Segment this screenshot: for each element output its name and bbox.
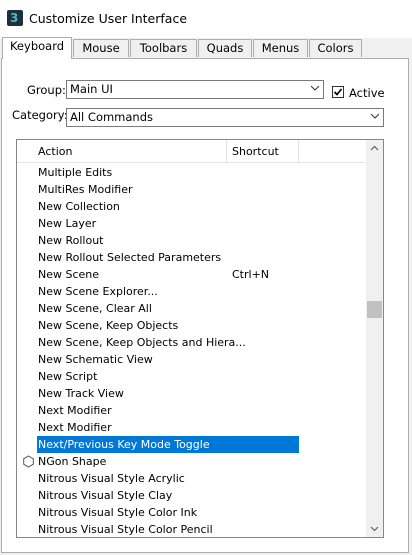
list-item[interactable]: Nitrous Visual Style Clay — [17, 487, 367, 504]
list-item[interactable]: Nitrous Visual Style Color Pencil — [17, 521, 367, 537]
chevron-down-icon — [370, 526, 379, 532]
active-checkbox[interactable] — [332, 86, 344, 98]
window-title: Customize User Interface — [29, 11, 188, 26]
app-logo-icon: 3 — [7, 10, 23, 26]
action-list[interactable]: Action Shortcut Multiple Edits MultiRes … — [16, 139, 384, 538]
list-item[interactable]: New Scene Explorer... — [17, 283, 367, 300]
list-item[interactable]: New Rollout — [17, 232, 367, 249]
list-item[interactable]: Next Modifier — [17, 402, 367, 419]
tab-toolbars[interactable]: Toolbars — [130, 39, 197, 57]
list-item[interactable]: New Collection — [17, 198, 367, 215]
category-dropdown[interactable]: All Commands — [66, 108, 384, 127]
list-item[interactable]: New Schematic View — [17, 351, 367, 368]
list-item[interactable]: Multiple Edits — [17, 164, 367, 181]
scroll-up-button[interactable] — [366, 140, 383, 157]
ngon-shape-icon — [23, 455, 34, 468]
list-item[interactable]: New Rollout Selected Parameters — [17, 249, 367, 266]
list-item[interactable]: Next Modifier — [17, 419, 367, 436]
list-item[interactable]: Nitrous Visual Style Color Ink — [17, 504, 367, 521]
shortcut-value: Ctrl+N — [232, 268, 270, 281]
title-bar: 3 Customize User Interface — [0, 0, 412, 38]
scroll-thumb[interactable] — [367, 301, 382, 318]
list-item[interactable]: New Script — [17, 368, 367, 385]
list-item[interactable]: New Scene Ctrl+N — [17, 266, 367, 283]
column-divider[interactable] — [226, 140, 227, 162]
list-item-selected[interactable]: Next/Previous Key Mode Toggle — [17, 436, 367, 453]
list-item[interactable]: Nitrous Visual Style Acrylic — [17, 470, 367, 487]
group-dropdown[interactable]: Main UI — [66, 80, 324, 99]
group-label: Group: — [27, 83, 66, 97]
tab-keyboard[interactable]: Keyboard — [2, 37, 72, 59]
list-item[interactable]: New Scene, Clear All — [17, 300, 367, 317]
list-item[interactable]: MultiRes Modifier — [17, 181, 367, 198]
tab-colors[interactable]: Colors — [309, 39, 362, 57]
list-item[interactable]: New Scene, Keep Objects — [17, 317, 367, 334]
column-header-shortcut[interactable]: Shortcut — [232, 145, 279, 158]
group-value: Main UI — [70, 82, 113, 96]
category-value: All Commands — [70, 110, 154, 124]
tab-menus[interactable]: Menus — [253, 39, 308, 57]
tab-quads[interactable]: Quads — [198, 39, 252, 57]
column-divider[interactable] — [298, 140, 299, 162]
chevron-down-icon — [311, 85, 319, 91]
list-item[interactable]: NGon Shape — [17, 453, 367, 470]
tab-mouse[interactable]: Mouse — [73, 39, 129, 57]
list-header: Action Shortcut — [17, 140, 383, 163]
chevron-up-icon — [370, 145, 379, 151]
tab-strip: Keyboard Mouse Toolbars Quads Menus Colo… — [0, 37, 412, 59]
chevron-down-icon — [371, 113, 379, 119]
list-item[interactable]: New Scene, Keep Objects and Hiera... — [17, 334, 367, 351]
vertical-scrollbar[interactable] — [366, 140, 383, 537]
checkmark-icon — [333, 88, 343, 96]
list-item[interactable]: New Layer — [17, 215, 367, 232]
category-label: Category: — [12, 108, 68, 122]
active-label: Active — [349, 86, 385, 100]
list-item[interactable]: New Track View — [17, 385, 367, 402]
scroll-down-button[interactable] — [366, 520, 383, 537]
column-header-action[interactable]: Action — [38, 145, 72, 158]
